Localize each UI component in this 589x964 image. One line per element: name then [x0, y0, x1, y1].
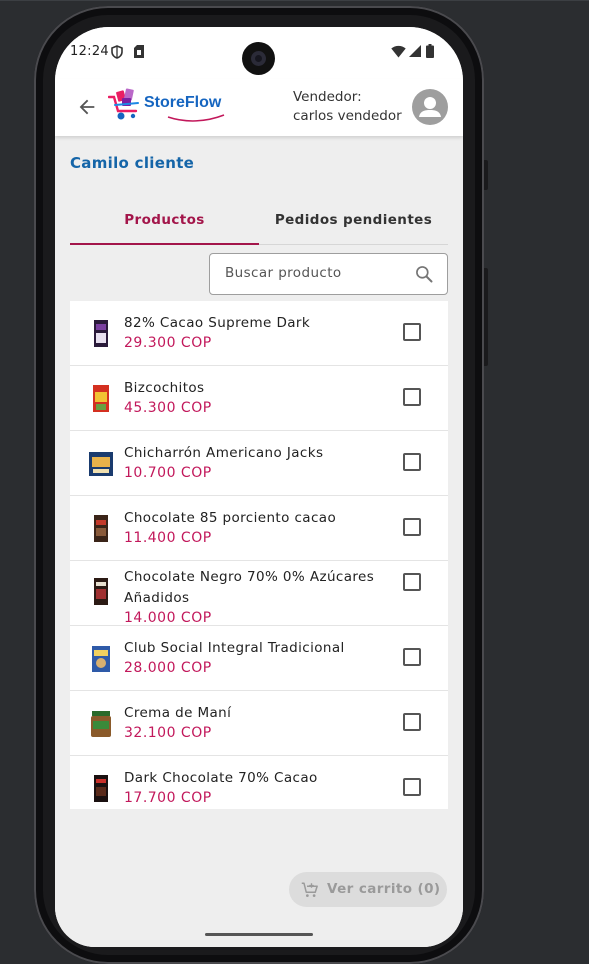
product-price: 32.100 COP	[124, 725, 212, 741]
product-price: 45.300 COP	[124, 400, 212, 416]
product-name: Crema de Maní	[124, 705, 232, 721]
product-name: 82% Cacao Supreme Dark	[124, 315, 311, 331]
tab-bar: Productos Pedidos pendientes	[70, 202, 448, 245]
product-image	[89, 452, 113, 476]
product-row[interactable]: Chicharrón Americano Jacks 10.700 COP	[70, 431, 448, 496]
product-row[interactable]: Chocolate Negro 70% 0% Azúcares Añadidos…	[70, 561, 448, 626]
gesture-nav-bar	[55, 922, 463, 947]
product-checkbox[interactable]	[403, 713, 421, 731]
product-image	[94, 515, 108, 542]
main-content: Camilo cliente Productos Pedidos pendien…	[55, 136, 463, 922]
product-image	[93, 385, 109, 412]
app-bar: StoreFlow Vendedor: carlos vendedor	[55, 79, 463, 136]
home-handle[interactable]	[205, 933, 313, 936]
status-time: 12:24	[70, 44, 109, 59]
avatar[interactable]	[412, 89, 448, 125]
product-image	[91, 711, 111, 737]
search-input[interactable]	[211, 255, 415, 291]
storeflow-logo: StoreFlow	[108, 85, 233, 125]
view-cart-label: Ver carrito (0)	[327, 881, 441, 897]
product-name: Chocolate Negro 70% 0% Azúcares Añadidos	[124, 569, 375, 606]
product-name: Chocolate 85 porciento cacao	[124, 510, 337, 526]
status-bar: 12:24	[55, 27, 463, 79]
product-image	[94, 775, 108, 802]
logo-swoosh	[167, 114, 225, 122]
shield-icon	[111, 45, 123, 59]
vendor-name: carlos vendedor	[293, 108, 402, 124]
product-row[interactable]: Club Social Integral Tradicional 28.000 …	[70, 626, 448, 691]
add-shopping-cart-icon	[301, 882, 318, 897]
wifi-icon	[391, 45, 406, 58]
product-row[interactable]: Crema de Maní 32.100 COP	[70, 691, 448, 756]
phone-screen: 12:24 StoreFlow Vendedor: carlos vendedo…	[55, 27, 463, 947]
product-name: Dark Chocolate 70% Cacao	[124, 770, 318, 786]
cart-logo-icon	[108, 88, 139, 120]
product-image	[94, 578, 108, 605]
battery-icon	[426, 44, 434, 58]
product-checkbox[interactable]	[403, 323, 421, 341]
product-price: 17.700 COP	[124, 790, 212, 806]
product-checkbox[interactable]	[403, 573, 421, 591]
product-checkbox[interactable]	[403, 388, 421, 406]
sim-card-icon	[134, 45, 144, 58]
product-row[interactable]: Dark Chocolate 70% Cacao 17.700 COP	[70, 756, 448, 809]
product-checkbox[interactable]	[403, 648, 421, 666]
product-checkbox[interactable]	[403, 778, 421, 796]
product-price: 14.000 COP	[124, 610, 212, 626]
product-price: 29.300 COP	[124, 335, 212, 351]
signal-icon	[409, 45, 421, 57]
product-row[interactable]: 82% Cacao Supreme Dark 29.300 COP	[70, 301, 448, 366]
view-cart-button[interactable]: Ver carrito (0)	[289, 872, 447, 907]
tab-productos[interactable]: Productos	[70, 202, 259, 245]
window-edge	[0, 0, 589, 1]
search-box	[209, 253, 448, 295]
product-list: 82% Cacao Supreme Dark 29.300 COP Bizcoc…	[70, 301, 448, 809]
product-checkbox[interactable]	[403, 453, 421, 471]
vendor-label: Vendedor:	[293, 89, 362, 105]
product-row[interactable]: Bizcochitos 45.300 COP	[70, 366, 448, 431]
product-checkbox[interactable]	[403, 518, 421, 536]
product-row[interactable]: Chocolate 85 porciento cacao 11.400 COP	[70, 496, 448, 561]
product-price: 28.000 COP	[124, 660, 212, 676]
client-name: Camilo cliente	[70, 154, 195, 172]
product-name: Club Social Integral Tradicional	[124, 640, 345, 656]
logo-text: StoreFlow	[144, 94, 222, 111]
product-price: 11.400 COP	[124, 530, 212, 546]
product-name: Chicharrón Americano Jacks	[124, 445, 324, 461]
front-camera	[242, 42, 275, 75]
vendor-info: Vendedor: carlos vendedor	[293, 88, 402, 126]
tab-pedidos-pendientes[interactable]: Pedidos pendientes	[259, 202, 448, 244]
product-image	[92, 646, 110, 672]
product-image	[94, 320, 108, 347]
search-icon[interactable]	[414, 264, 434, 284]
product-name: Bizcochitos	[124, 380, 205, 396]
product-price: 10.700 COP	[124, 465, 212, 481]
user-icon	[419, 97, 441, 117]
back-arrow-icon[interactable]	[76, 96, 98, 118]
